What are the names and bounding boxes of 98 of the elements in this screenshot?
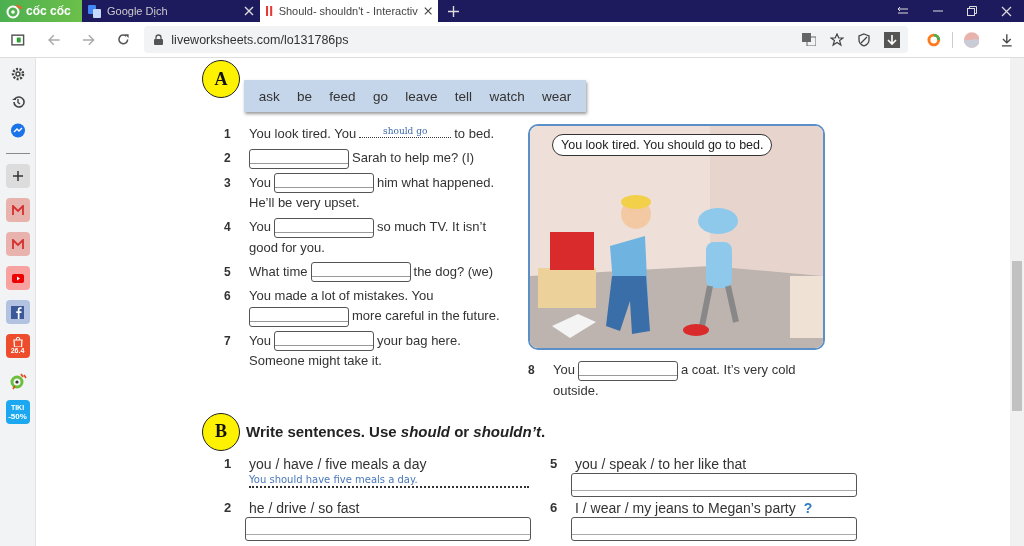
item-number: 2	[224, 498, 233, 517]
sentence-text: him what happened.	[376, 173, 495, 192]
address-bar[interactable]: liveworksheets.com/lo131786ps	[144, 26, 909, 53]
settings-icon[interactable]	[10, 67, 25, 81]
item-number: 8	[528, 362, 536, 379]
answer-field[interactable]	[310, 262, 411, 283]
close-icon[interactable]	[423, 6, 432, 16]
translate-icon	[88, 4, 101, 18]
app-button[interactable]	[5, 198, 30, 222]
item-number: 6	[550, 498, 559, 517]
app-button[interactable]	[5, 266, 30, 290]
answer-field[interactable]	[245, 516, 531, 541]
download-icon[interactable]	[884, 31, 901, 48]
word: wear	[542, 88, 572, 104]
sentence-text: a coat. It’s very cold	[680, 361, 796, 379]
prompt-text: you / have / five meals a day	[249, 454, 427, 473]
sentence-text: your bag here.	[376, 331, 461, 350]
prompt-text: I / wear / my jeans to Megan’s party	[575, 498, 796, 517]
item-number: 7	[224, 332, 232, 350]
sentence-text: What time	[249, 262, 308, 281]
add-app-button[interactable]	[5, 164, 30, 188]
section-badge: A	[202, 60, 240, 98]
answer-field[interactable]	[249, 148, 349, 169]
word: watch	[489, 88, 525, 104]
bag-icon	[12, 337, 23, 347]
download-icon[interactable]	[1001, 32, 1013, 47]
sentence-text: You made a lot of mistakes. You	[249, 287, 434, 306]
word: ask	[258, 88, 280, 104]
browser-tab[interactable]: Should- shouldn't - Interactiv	[260, 0, 438, 22]
sentence-text: so much TV. It isn’t	[376, 218, 487, 237]
word: be	[297, 88, 312, 104]
item-number: 2	[224, 150, 232, 167]
scrollbar[interactable]	[1010, 58, 1024, 546]
worksheet-icon	[266, 5, 273, 17]
shield-icon[interactable]	[858, 32, 871, 47]
speech-bubble: You look tired. You should go to bed.	[552, 134, 773, 156]
sentence-text: He’ll be very upset.	[249, 194, 360, 213]
answer-field[interactable]	[571, 516, 857, 541]
translate-icon[interactable]	[802, 33, 817, 46]
chat-bubble-icon[interactable]	[9, 123, 26, 139]
sentence-text: the dog? (we)	[413, 262, 493, 281]
sentence-text: You	[249, 218, 271, 237]
browser-tab[interactable]: Google Dịch	[82, 0, 260, 22]
item-number: 5	[550, 454, 559, 473]
word: go	[372, 88, 388, 104]
leaf-circle-icon	[6, 3, 22, 19]
sentence-text: future.	[462, 307, 500, 326]
item-number: 6	[224, 288, 232, 306]
filled-answer: You should have five meals a day.	[249, 472, 529, 488]
play-icon	[11, 273, 24, 283]
f-letter-icon	[11, 305, 24, 319]
new-tab-icon[interactable]	[448, 5, 459, 17]
instruction-text: Write sentences. Use should or shouldn’t.	[246, 423, 546, 441]
hint-link[interactable]: ?	[803, 498, 813, 517]
ring-icon[interactable]	[927, 32, 941, 47]
history-icon[interactable]	[10, 95, 25, 109]
prompt-text: you / speak / to her like that	[575, 454, 747, 473]
prompt-text: he / drive / so fast	[249, 498, 360, 517]
leaf-circle-icon[interactable]	[8, 372, 27, 390]
star-icon[interactable]	[830, 32, 845, 47]
answer-field[interactable]	[273, 217, 374, 238]
scrollbar-thumb[interactable]	[1012, 261, 1022, 411]
sentence-text: more careful in the	[352, 307, 460, 326]
browser-logo[interactable]: cốc cốc	[0, 0, 82, 22]
sentence-text: You look tired. You	[249, 125, 357, 143]
word: tell	[454, 88, 473, 104]
sidebar-toggle-icon[interactable]	[11, 33, 25, 46]
sentence-text: Sarah to help me? (I)	[352, 149, 475, 167]
app-button[interactable]	[5, 232, 30, 256]
word: feed	[329, 88, 356, 104]
sentence-text: You	[249, 173, 271, 192]
plus-icon	[12, 171, 23, 181]
sentence-text: good for you.	[249, 238, 325, 257]
item-number: 3	[224, 174, 232, 192]
sentence-text: You	[553, 361, 575, 379]
answer-field[interactable]	[273, 173, 374, 194]
sentence-text: to bed.	[454, 125, 494, 143]
restore-icon[interactable]	[967, 6, 977, 16]
answer-field[interactable]	[571, 472, 857, 497]
reload-icon[interactable]	[116, 33, 130, 46]
swap-icon[interactable]	[897, 7, 909, 15]
sentence-text: Someone might take it.	[249, 352, 382, 371]
item-number: 1	[224, 454, 233, 473]
mail-icon	[11, 239, 24, 249]
section-badge: B	[202, 412, 240, 451]
item-number: 1	[224, 126, 232, 143]
sentence-text: outside.	[553, 381, 599, 400]
word: leave	[405, 88, 438, 104]
item-number: 4	[224, 219, 232, 237]
answer-field[interactable]	[273, 331, 374, 352]
item-number: 5	[224, 263, 232, 281]
lock-icon	[154, 34, 164, 45]
mail-icon	[11, 205, 24, 215]
answer-field[interactable]	[577, 360, 678, 381]
app-button[interactable]	[5, 300, 30, 324]
answer-field[interactable]	[249, 306, 349, 327]
sentence-text: You	[249, 331, 271, 350]
filled-answer: should go	[359, 125, 452, 138]
